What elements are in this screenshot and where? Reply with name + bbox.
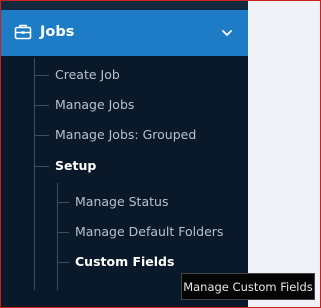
tree-line-vertical xyxy=(57,183,58,290)
menu-item-custom-fields[interactable]: Custom Fields xyxy=(75,254,174,269)
tree-line-branch xyxy=(34,75,49,76)
jobs-label: Jobs xyxy=(40,24,75,40)
menu-item-create-job[interactable]: Create Job xyxy=(55,67,120,82)
menu-item-manage-default-folders[interactable]: Manage Default Folders xyxy=(75,224,223,239)
tree-line-branch xyxy=(57,262,69,263)
tree-line-branch xyxy=(34,135,49,136)
menu-item-manage-jobs[interactable]: Manage Jobs xyxy=(55,97,134,112)
tree-line-branch xyxy=(57,232,69,233)
briefcase-icon xyxy=(14,24,32,40)
tree-line-branch xyxy=(34,166,49,167)
menu-item-setup[interactable]: Setup xyxy=(55,158,96,173)
sidebar-top-strip xyxy=(0,0,248,10)
nav-item-jobs[interactable]: Jobs xyxy=(0,10,248,56)
menu-item-manage-jobs-grouped[interactable]: Manage Jobs: Grouped xyxy=(55,127,196,142)
chevron-down-icon[interactable] xyxy=(221,27,233,39)
sidebar: Jobs Create Job Manage Jobs Manage Jobs:… xyxy=(0,0,248,308)
tree-line-branch xyxy=(57,202,69,203)
tooltip: Manage Custom Fields xyxy=(181,273,315,300)
tree-line-branch xyxy=(34,105,49,106)
tree-line-vertical xyxy=(34,58,35,290)
menu-item-manage-status[interactable]: Manage Status xyxy=(75,194,168,209)
